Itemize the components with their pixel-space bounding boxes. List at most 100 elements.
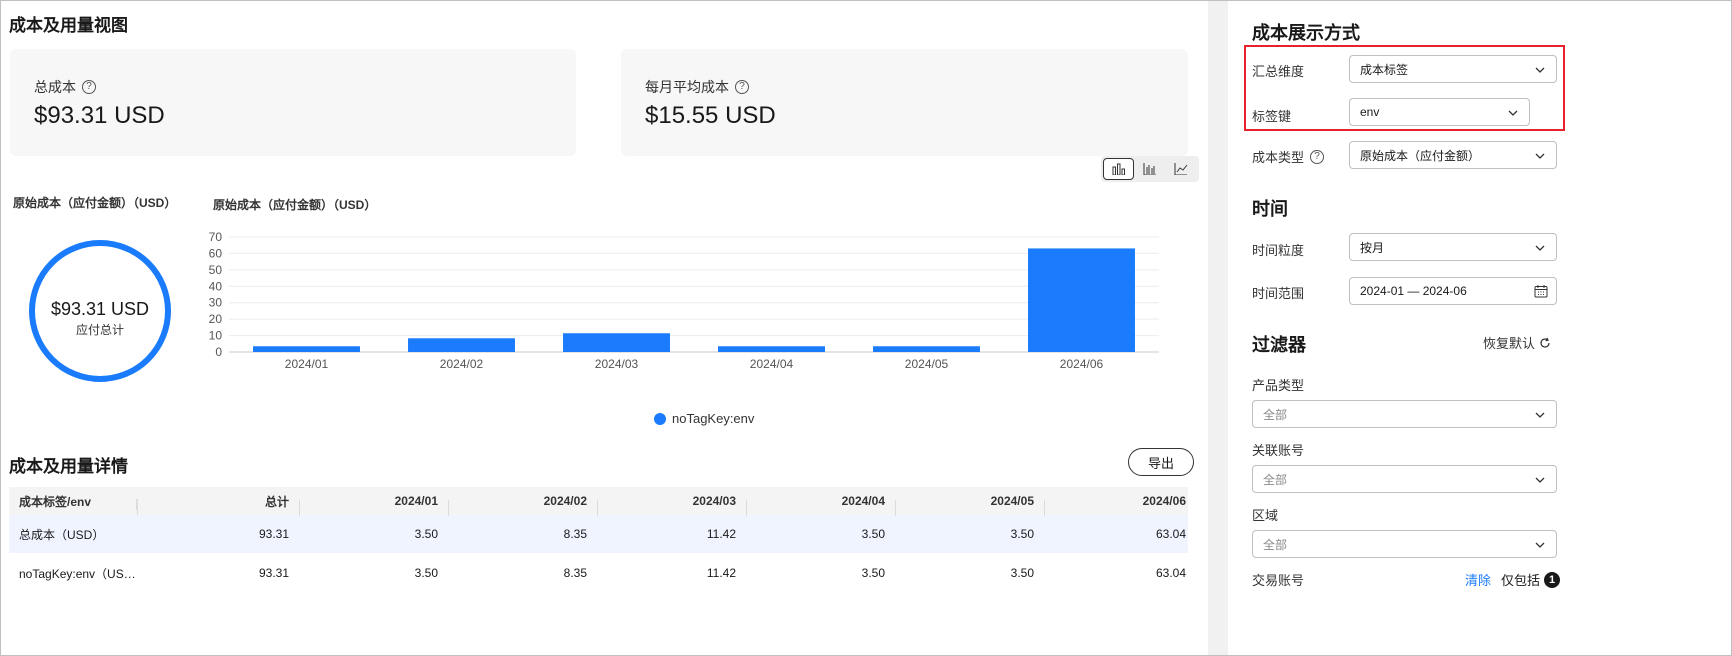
help-icon[interactable]: ? [82,80,96,94]
col-header-m2[interactable]: 2024/02 [448,494,597,516]
panel-divider [1208,1,1228,655]
cell-m1: 3.50 [414,527,438,541]
cell-m1: 3.50 [414,566,438,580]
donut-value: $93.31 USD [50,299,150,319]
col-header-m1[interactable]: 2024/01 [299,494,448,516]
chart-type-toggle [1101,156,1199,182]
summary-dim-select[interactable]: 成本标签 [1349,55,1557,83]
total-cost-card: 总成本 ? $93.31 USD [10,49,576,156]
donut-subtitle: 应付总计 [75,323,124,337]
product-label: 产品类型 [1252,378,1305,393]
region-label: 区域 [1252,508,1279,523]
tag-key-value: env [1360,105,1380,119]
y-tick-label: 20 [209,312,223,326]
help-icon[interactable]: ? [735,80,749,94]
donut-chart: $93.31 USD 应付总计 [28,239,190,401]
summary-dim-label: 汇总维度 [1252,64,1305,79]
settings-panel: 成本展示方式 汇总维度 成本标签 标签键 env 成本类型 ? 原始成本（应付金… [1228,1,1566,655]
chevron-down-icon [1535,153,1545,159]
y-tick-label: 40 [209,279,223,293]
line-chart-icon [1174,163,1187,175]
legend-dot [654,412,666,425]
product-select[interactable]: 全部 [1252,400,1557,428]
bar-chart-title: 原始成本（应付金额）（USD） [213,198,377,212]
cell-m3: 11.42 [706,566,736,580]
cell-m4: 3.50 [861,527,885,541]
total-cost-label: 总成本 [34,79,76,95]
only-include-toggle[interactable]: 仅包括 1 [1501,570,1561,589]
chevron-down-icon [1535,477,1545,483]
restore-default-button[interactable]: 恢复默认 [1483,333,1551,352]
display-mode-title: 成本展示方式 [1252,23,1360,43]
granularity-select[interactable]: 按月 [1349,233,1557,261]
y-tick-label: 60 [209,246,223,260]
refresh-icon [1540,337,1550,348]
x-tick-label: 2024/02 [440,357,484,371]
cost-type-value: 原始成本（应付金额） [1360,148,1481,163]
date-range-value: 2024-01 — 2024-06 [1360,284,1467,298]
table-row[interactable]: noTagKey:env（USD） 93.31 3.50 8.35 11.42 … [9,553,1188,593]
table-row[interactable]: 总成本（USD） 93.31 3.50 8.35 11.42 3.50 3.50… [9,515,1188,553]
bar-chart-toggle[interactable] [1103,158,1134,180]
chevron-down-icon [1508,110,1518,116]
tag-key-select[interactable]: env [1349,98,1530,126]
details-table: 成本标签/env 总计 2024/01 2024/02 2024/03 2024… [9,487,1188,593]
time-title: 时间 [1252,199,1288,219]
bar-2024/05[interactable] [873,346,980,352]
col-header-m4[interactable]: 2024/04 [746,494,895,516]
cell-m2: 8.35 [563,566,587,580]
chevron-down-icon [1535,542,1545,548]
col-header-m3[interactable]: 2024/03 [597,494,746,516]
summary-dim-value: 成本标签 [1360,62,1409,77]
cell-total: 93.31 [258,527,289,541]
cell-m3: 11.42 [706,527,736,541]
col-header-tag[interactable]: 成本标签/env [9,493,137,510]
row-label: noTagKey:env（USD） [19,566,137,581]
row-label: 总成本（USD） [19,527,105,542]
grouped-bar-toggle[interactable] [1134,158,1165,180]
bar-2024/01[interactable] [253,346,360,352]
clear-link[interactable]: 清除 [1465,570,1491,589]
product-value: 全部 [1263,407,1288,422]
y-tick-label: 50 [209,263,223,277]
y-tick-label: 70 [209,230,223,244]
x-tick-label: 2024/01 [285,357,329,371]
y-tick-label: 0 [215,345,222,359]
bar-chart: 0 10 20 30 40 50 60 70 2024/01 2024/02 2024/03 2024… [209,230,1159,371]
region-select[interactable]: 全部 [1252,530,1557,558]
col-header-m5[interactable]: 2024/05 [895,494,1044,516]
x-tick-label: 2024/05 [905,357,949,371]
bar-chart-icon [1112,163,1125,175]
bar-2024/03[interactable] [563,333,670,352]
bar-2024/06[interactable] [1028,248,1135,352]
monthly-avg-label-row: 每月平均成本 ? [645,77,749,97]
legend-label: noTagKey:env [672,411,755,426]
cell-m4: 3.50 [861,566,885,580]
filter-title: 过滤器 [1252,335,1306,355]
cost-type-label: 成本类型 [1252,150,1305,165]
export-button[interactable]: 导出 [1128,448,1194,476]
chevron-down-icon [1535,412,1545,418]
account-select[interactable]: 全部 [1252,465,1557,493]
only-include-label: 仅包括 [1501,573,1541,588]
bar-2024/02[interactable] [408,338,515,352]
help-icon[interactable]: ? [1310,149,1325,164]
date-range-input[interactable]: 2024-01 — 2024-06 [1349,277,1557,305]
monthly-avg-value: $15.55 USD [645,102,776,129]
line-chart-toggle[interactable] [1165,158,1196,180]
main-content: 成本及用量视图 总成本 ? $93.31 USD 每月平均成本 ? $15.55… [1,1,1326,655]
granularity-value: 按月 [1360,240,1385,255]
col-header-total[interactable]: 总计 [137,493,299,515]
col-header-m6[interactable]: 2024/06 [1044,494,1188,516]
cost-type-select[interactable]: 原始成本（应付金额） [1349,141,1557,169]
tag-key-label: 标签键 [1252,109,1292,124]
x-tick-label: 2024/03 [595,357,639,371]
calendar-icon[interactable] [1534,284,1548,298]
details-title: 成本及用量详情 [9,457,128,476]
bar-2024/04[interactable] [718,346,825,352]
monthly-avg-label: 每月平均成本 [645,79,729,95]
y-tick-label: 10 [209,329,223,343]
chart-legend[interactable]: noTagKey:env [654,411,754,426]
cell-m5: 3.50 [1010,566,1034,580]
restore-default-label: 恢复默认 [1483,336,1536,351]
